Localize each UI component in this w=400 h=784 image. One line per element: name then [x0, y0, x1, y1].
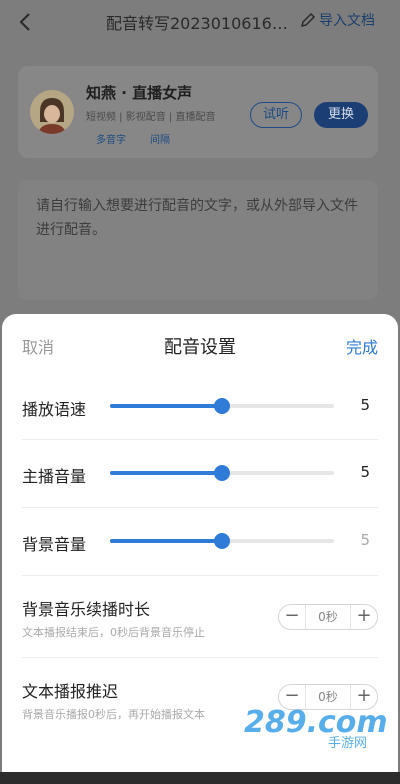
- bg-music-duration-hint: 文本播报结束后，0秒后背景音乐停止: [22, 626, 205, 639]
- chip-polyphone[interactable]: 多音字: [92, 130, 130, 147]
- done-button[interactable]: 完成: [346, 334, 378, 358]
- bg-volume-slider-thumb[interactable]: [214, 533, 230, 549]
- voice-tags: 短视频 | 影视配音 | 直播配音: [86, 112, 216, 123]
- import-label: 导入文档: [319, 13, 375, 29]
- system-nav-bar: [0, 772, 400, 784]
- editor-placeholder: 请自行输入想要进行配音的文字，或从外部导入文件进行配音。: [36, 198, 358, 238]
- avatar: [30, 90, 74, 134]
- text-delay-hint: 背景音乐播报0秒后，再开始播报文本: [22, 708, 205, 721]
- anchor-portrait-icon: [30, 90, 74, 134]
- voice-card: 知燕 · 直播女声 短视频 | 影视配音 | 直播配音 多音字 间隔 试听 更换: [18, 66, 378, 158]
- anchor-volume-slider-fill: [110, 471, 222, 475]
- anchor-volume-label: 主播音量: [22, 467, 87, 486]
- bg-volume-slider[interactable]: [110, 533, 334, 549]
- bg-music-duration-stepper: − 0秒 +: [278, 604, 378, 630]
- bg-music-duration-label: 背景音乐续播时长: [22, 600, 151, 619]
- bg-volume-slider-fill: [110, 539, 222, 543]
- speed-slider[interactable]: [110, 398, 334, 414]
- speed-row: 播放语速 5: [22, 374, 378, 440]
- anchor-volume-row: 主播音量 5: [22, 440, 378, 508]
- decrement-button[interactable]: −: [279, 604, 305, 630]
- increment-button[interactable]: +: [351, 604, 377, 630]
- speed-label: 播放语速: [22, 400, 87, 419]
- anchor-volume-value: 5: [360, 463, 370, 481]
- anchor-volume-slider-thumb[interactable]: [214, 465, 230, 481]
- cancel-button[interactable]: 取消: [22, 334, 54, 358]
- bg-music-duration-row: 背景音乐续播时长 文本播报结束后，0秒后背景音乐停止 − 0秒 +: [22, 576, 378, 658]
- import-document-button[interactable]: 导入文档: [300, 10, 375, 30]
- edit-pen-icon: [300, 12, 316, 28]
- bg-volume-row: 背景音量 5: [22, 508, 378, 576]
- top-bar: 配音转写20230106161... 导入文档: [0, 0, 400, 46]
- chip-interval[interactable]: 间隔: [146, 130, 174, 147]
- text-editor[interactable]: 请自行输入想要进行配音的文字，或从外部导入文件进行配音。: [18, 180, 378, 300]
- anchor-volume-slider[interactable]: [110, 465, 334, 481]
- watermark-sub: 手游网: [328, 736, 367, 750]
- change-voice-button[interactable]: 更换: [314, 102, 368, 128]
- site-watermark-logo: 289.com 手游网: [244, 705, 386, 750]
- text-delay-label: 文本播报推迟: [22, 682, 119, 701]
- voice-name: 知燕 · 直播女声: [86, 84, 193, 102]
- bg-volume-label: 背景音量: [22, 535, 87, 554]
- bg-volume-value: 5: [360, 531, 370, 549]
- page-title: 配音转写20230106161...: [106, 14, 296, 33]
- sheet-title: 配音设置: [164, 337, 236, 358]
- back-arrow-icon[interactable]: [14, 10, 36, 34]
- watermark-text: 289.com: [244, 705, 386, 740]
- speed-slider-thumb[interactable]: [214, 398, 230, 414]
- stepper-value[interactable]: 0秒: [305, 605, 351, 629]
- speed-slider-fill: [110, 404, 222, 408]
- listen-button[interactable]: 试听: [250, 102, 302, 128]
- speed-value: 5: [360, 396, 370, 414]
